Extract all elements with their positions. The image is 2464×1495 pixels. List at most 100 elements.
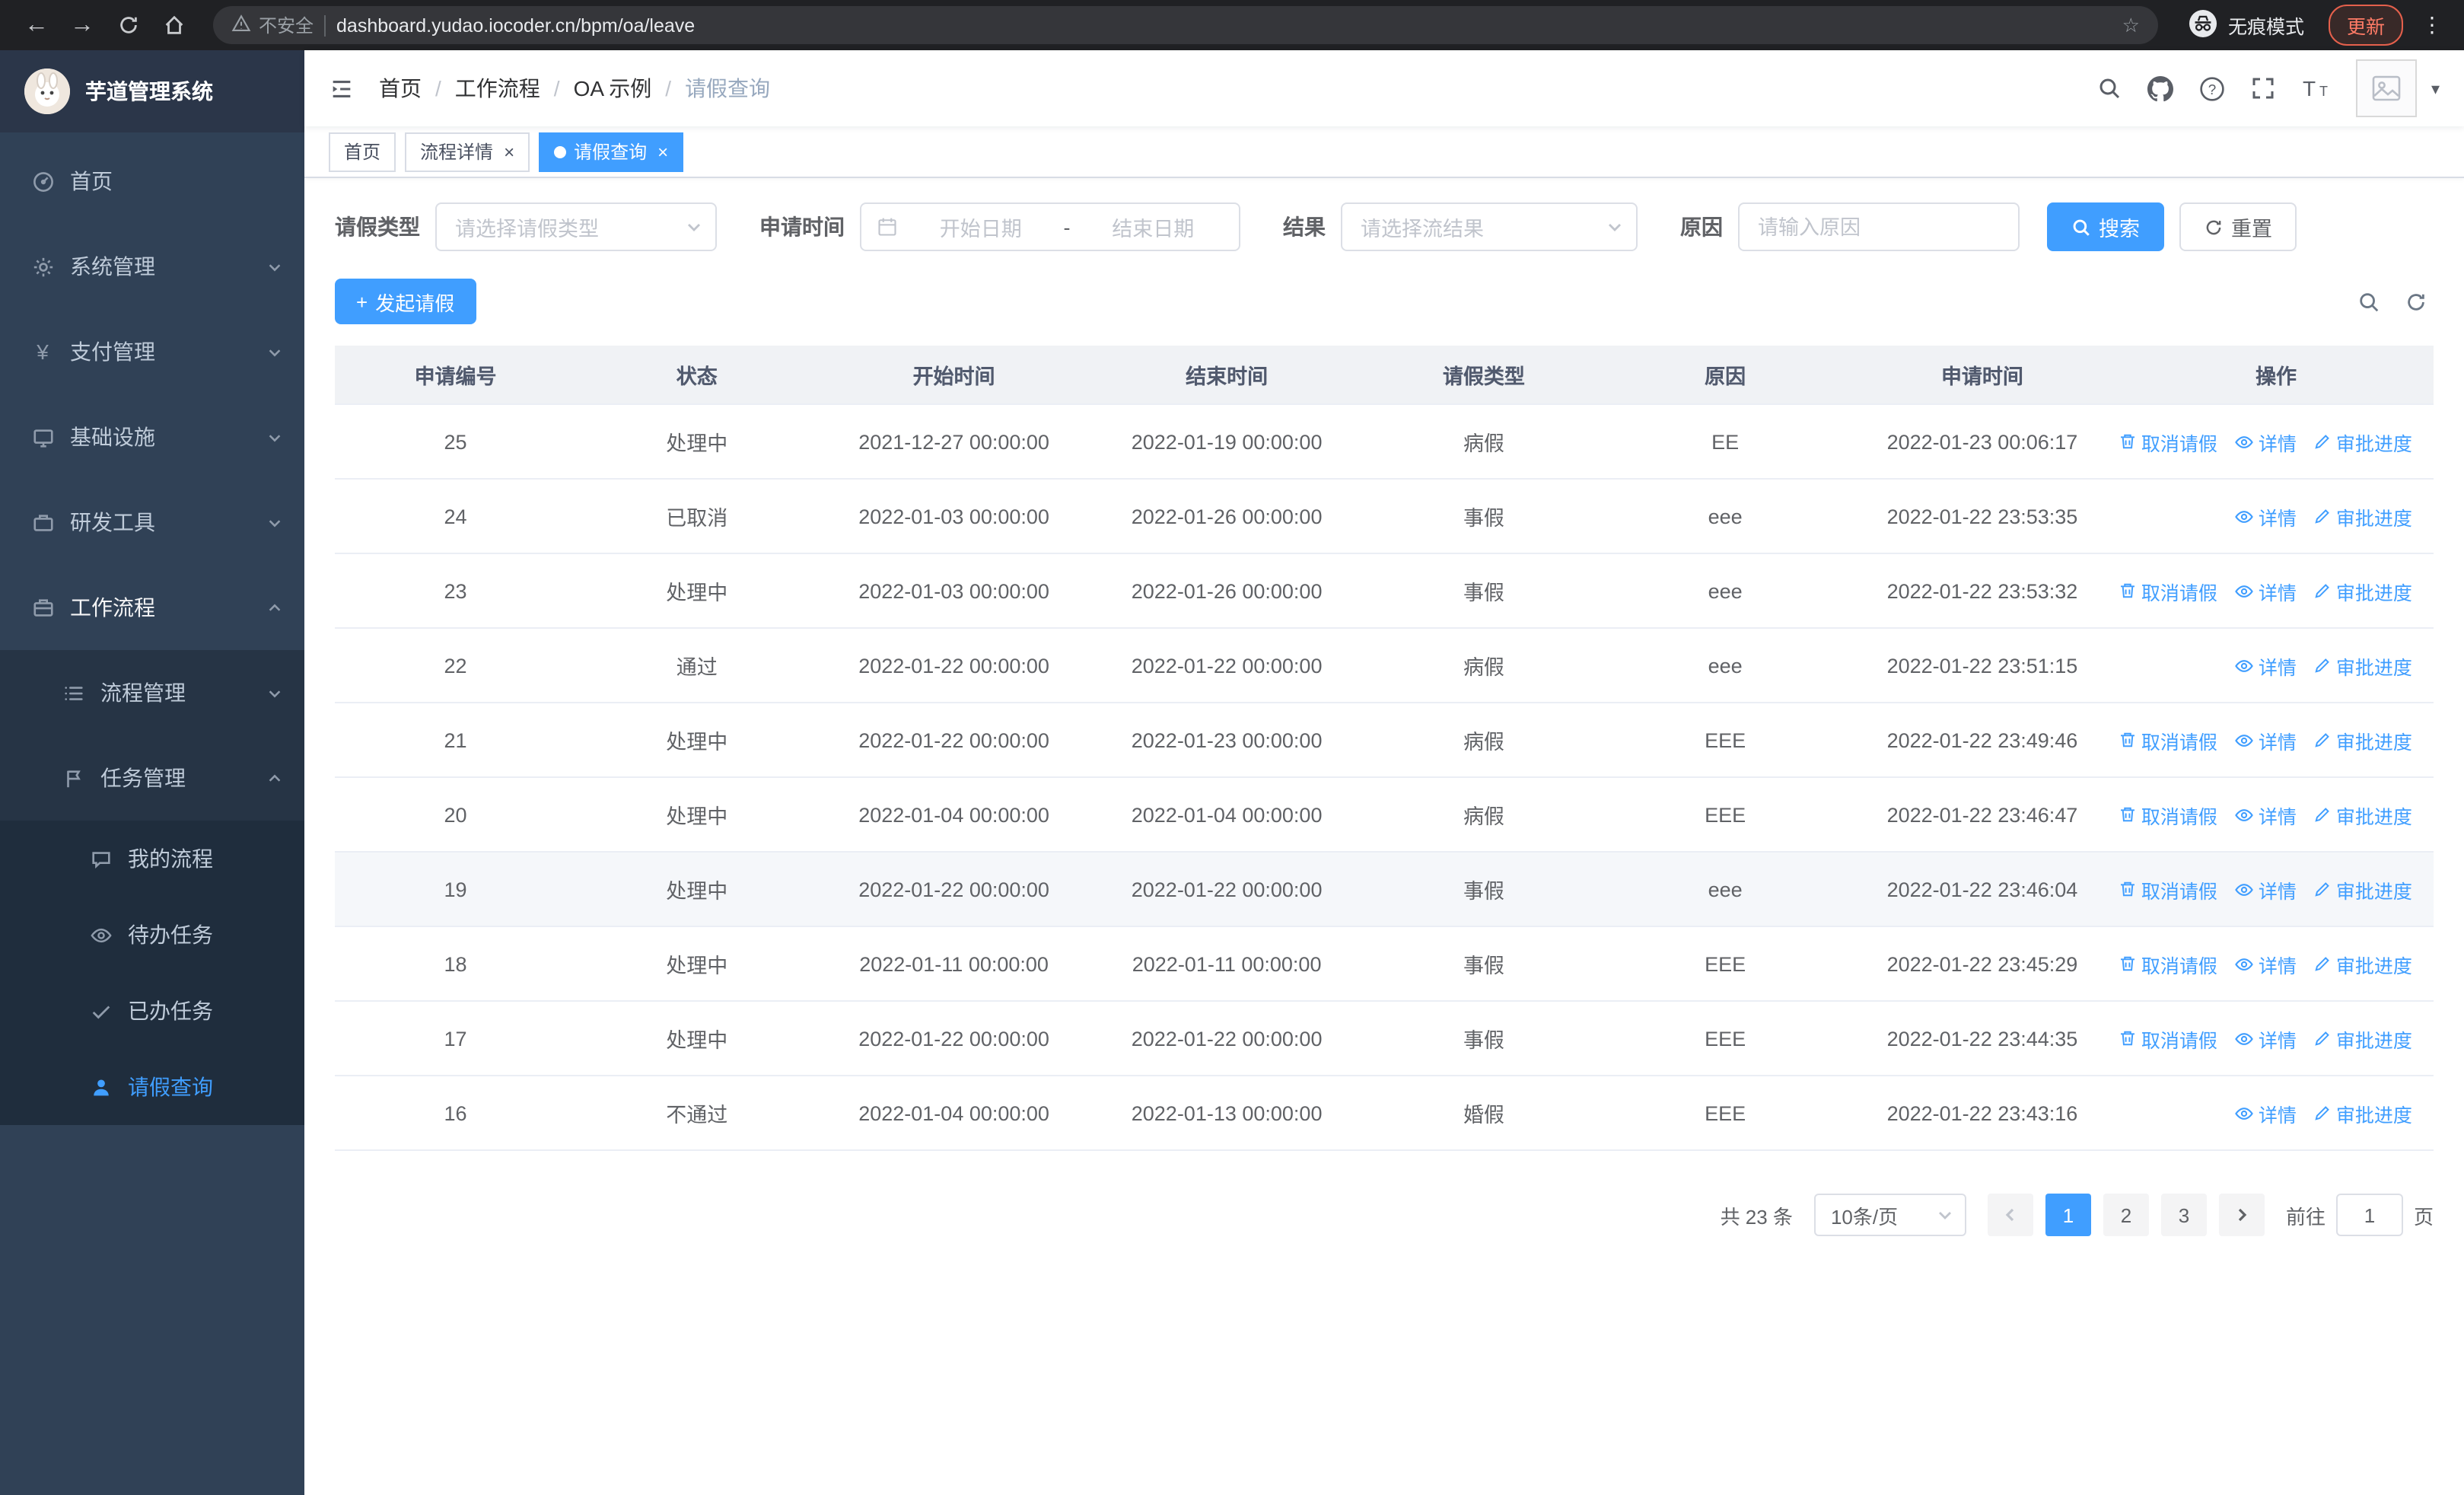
cell-operations: 取消请假 详情 审批进度 — [2119, 554, 2434, 627]
sidebar-item-home[interactable]: 首页 — [0, 139, 304, 224]
table-row: 17 处理中 2022-01-22 00:00:00 2022-01-22 00:00… — [335, 1002, 2434, 1076]
page-button-2[interactable]: 2 — [2103, 1194, 2149, 1236]
table-row: 19 处理中 2022-01-22 00:00:00 2022-01-22 00:00… — [335, 853, 2434, 927]
breadcrumb-oa-example[interactable]: OA 示例 — [574, 73, 652, 104]
approval-progress-link[interactable]: 审批进度 — [2313, 651, 2412, 680]
help-icon[interactable]: ? — [2200, 75, 2226, 101]
address-bar[interactable]: 不安全 dashboard.yudao.iocoder.cn/bpm/oa/le… — [213, 6, 2158, 44]
sidebar-collapse-icon[interactable] — [329, 75, 355, 101]
security-label: 不安全 — [259, 15, 314, 37]
sidebar-item-done-tasks[interactable]: 已办任务 — [0, 973, 304, 1049]
breadcrumb-home[interactable]: 首页 — [379, 73, 422, 104]
detail-link[interactable]: 详情 — [2234, 725, 2297, 754]
tab-process-detail[interactable]: 流程详情 × — [405, 132, 530, 171]
cancel-leave-link[interactable]: 取消请假 — [2119, 1024, 2217, 1053]
refresh-table-icon[interactable] — [2405, 290, 2427, 313]
back-icon: ← — [24, 11, 49, 37]
approval-progress-link[interactable]: 审批进度 — [2313, 800, 2412, 829]
font-size-icon[interactable]: TT — [2302, 76, 2331, 100]
cell-operations: 详情 审批进度 — [2119, 480, 2434, 553]
approval-progress-link[interactable]: 审批进度 — [2313, 725, 2412, 754]
cell-start-time: 2022-01-11 00:00:00 — [859, 952, 1049, 975]
sidebar-item-payment-management[interactable]: ¥ 支付管理 — [0, 309, 304, 394]
cell-end-time: 2022-01-22 00:00:00 — [1131, 878, 1323, 901]
detail-link[interactable]: 详情 — [2234, 502, 2297, 531]
github-icon[interactable] — [2147, 75, 2174, 101]
approval-progress-link[interactable]: 审批进度 — [2313, 502, 2412, 531]
goto-page-input[interactable] — [2335, 1194, 2403, 1236]
approval-progress-link[interactable]: 审批进度 — [2313, 576, 2412, 605]
incognito-icon — [2189, 8, 2217, 42]
cell-reason: EE — [1711, 430, 1740, 453]
detail-link[interactable]: 详情 — [2234, 576, 2297, 605]
sidebar-item-label: 支付管理 — [70, 339, 155, 364]
cancel-leave-link[interactable]: 取消请假 — [2119, 875, 2217, 904]
detail-link[interactable]: 详情 — [2234, 651, 2297, 680]
detail-link[interactable]: 详情 — [2234, 1024, 2297, 1053]
page-button-1[interactable]: 1 — [2045, 1194, 2091, 1236]
page-button-3[interactable]: 3 — [2160, 1194, 2207, 1236]
cell-apply-id: 22 — [444, 654, 467, 677]
cell-apply-time: 2022-01-22 23:43:16 — [1886, 1101, 2078, 1124]
detail-link[interactable]: 详情 — [2234, 800, 2297, 829]
cell-operations: 取消请假 详情 审批进度 — [2119, 927, 2434, 1000]
security-status[interactable]: 不安全 — [231, 12, 314, 38]
reason-input[interactable] — [1758, 215, 2000, 238]
result-select[interactable]: 请选择流结果 — [1341, 202, 1638, 251]
leave-type-select[interactable]: 请选择请假类型 — [435, 202, 717, 251]
header-search-icon[interactable] — [2098, 76, 2122, 100]
detail-link[interactable]: 详情 — [2234, 427, 2297, 456]
sidebar-item-process-management[interactable]: 流程管理 — [0, 650, 304, 735]
reset-button-label: 重置 — [2231, 218, 2272, 241]
detail-link[interactable]: 详情 — [2234, 875, 2297, 904]
prev-page-button[interactable] — [1987, 1194, 2033, 1236]
detail-link[interactable]: 详情 — [2234, 949, 2297, 978]
approval-progress-link[interactable]: 审批进度 — [2313, 1098, 2412, 1127]
detail-link[interactable]: 详情 — [2234, 1098, 2297, 1127]
cell-apply-time: 2022-01-22 23:44:35 — [1886, 1027, 2078, 1050]
apply-time-range-picker[interactable]: 开始日期 - 结束日期 — [860, 202, 1240, 251]
approval-progress-link[interactable]: 审批进度 — [2313, 1024, 2412, 1053]
breadcrumb-workflow[interactable]: 工作流程 — [455, 73, 540, 104]
sidebar-item-label: 请假查询 — [128, 1075, 213, 1099]
browser-home-button[interactable] — [152, 4, 195, 46]
sidebar-item-task-management[interactable]: 任务管理 — [0, 735, 304, 821]
cancel-leave-link[interactable]: 取消请假 — [2119, 725, 2217, 754]
fullscreen-icon[interactable] — [2252, 76, 2276, 100]
page-size-select[interactable]: 10条/页 — [1813, 1194, 1966, 1236]
sidebar-item-infrastructure[interactable]: 基础设施 — [0, 394, 304, 480]
approval-progress-link[interactable]: 审批进度 — [2313, 875, 2412, 904]
user-avatar[interactable] — [2356, 59, 2418, 117]
sidebar-item-my-process[interactable]: 我的流程 — [0, 821, 304, 897]
cell-leave-type: 事假 — [1463, 507, 1504, 530]
browser-forward-button[interactable]: → — [61, 4, 103, 46]
tab-home[interactable]: 首页 — [329, 132, 396, 171]
browser-update-button[interactable]: 更新 — [2328, 5, 2403, 46]
search-button[interactable]: 搜索 — [2047, 202, 2164, 251]
bookmark-star-icon[interactable]: ☆ — [2122, 13, 2140, 37]
create-leave-button[interactable]: + 发起请假 — [335, 279, 476, 324]
close-icon[interactable]: × — [501, 142, 514, 161]
approval-progress-link[interactable]: 审批进度 — [2313, 427, 2412, 456]
browser-menu-icon[interactable]: ⋮ — [2415, 12, 2449, 38]
cancel-leave-link[interactable]: 取消请假 — [2119, 800, 2217, 829]
close-icon[interactable]: × — [654, 142, 668, 161]
tab-leave-query[interactable]: 请假查询 × — [539, 132, 684, 171]
sidebar-item-system-management[interactable]: 系统管理 — [0, 224, 304, 309]
browser-reload-button[interactable] — [107, 4, 149, 46]
browser-back-button[interactable]: ← — [15, 4, 58, 46]
start-date-placeholder: 开始日期 — [939, 218, 1022, 241]
cancel-leave-link[interactable]: 取消请假 — [2119, 427, 2217, 456]
approval-progress-link[interactable]: 审批进度 — [2313, 949, 2412, 978]
sidebar-item-leave-query[interactable]: 请假查询 — [0, 1049, 304, 1125]
sidebar-item-todo-tasks[interactable]: 待办任务 — [0, 897, 304, 973]
cancel-leave-link[interactable]: 取消请假 — [2119, 949, 2217, 978]
sidebar-item-devtools[interactable]: 研发工具 — [0, 480, 304, 565]
reset-button[interactable]: 重置 — [2179, 202, 2297, 251]
toggle-search-icon[interactable] — [2357, 290, 2380, 313]
user-menu-caret-icon[interactable]: ▾ — [2431, 78, 2440, 98]
list-icon — [61, 681, 85, 705]
cancel-leave-link[interactable]: 取消请假 — [2119, 576, 2217, 605]
next-page-button[interactable] — [2218, 1194, 2265, 1236]
sidebar-item-workflow[interactable]: 工作流程 — [0, 565, 304, 650]
